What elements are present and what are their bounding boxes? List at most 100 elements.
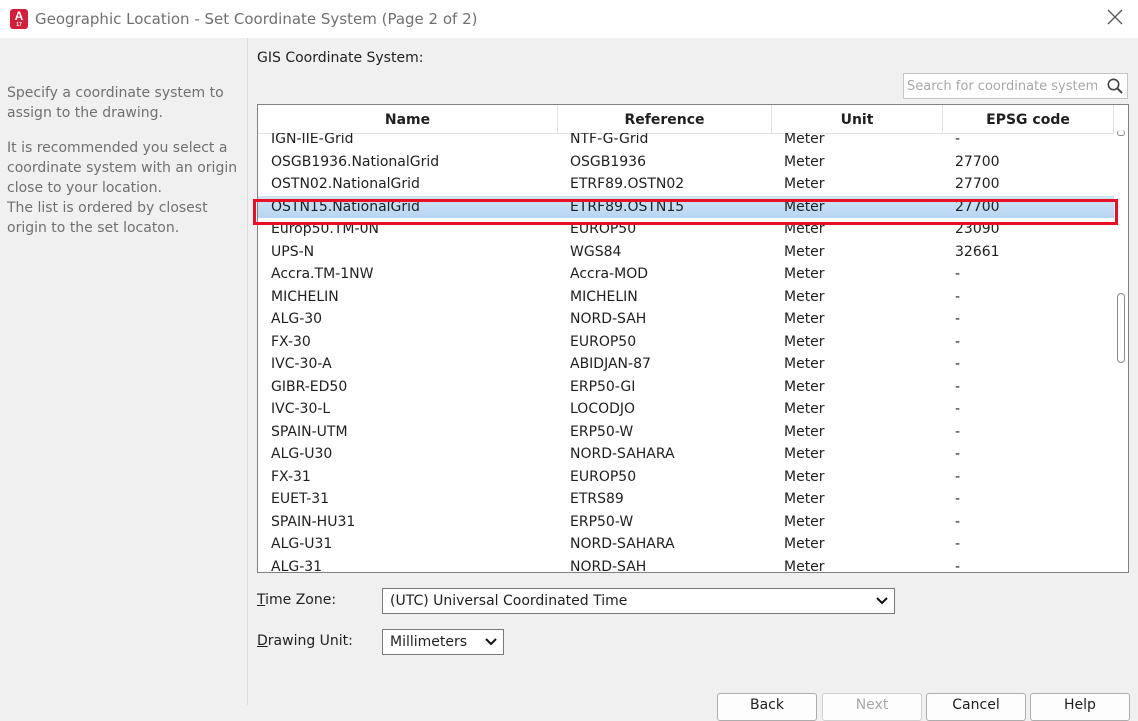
cell-reference: NORD-SAH <box>570 311 647 327</box>
autocad-app-icon: A 17 <box>10 9 28 29</box>
cell-epsg-code: - <box>955 378 961 395</box>
table-row[interactable]: ALG-U31 NORD-SAHARA Meter - <box>258 533 1114 556</box>
cell-name: OSTN02.NationalGrid <box>271 176 420 192</box>
cell-unit: Meter <box>784 333 825 350</box>
cell-epsg-code: - <box>955 401 961 417</box>
drawing-unit-select[interactable]: Millimeters <box>382 629 504 655</box>
cell-reference: ERP50-W <box>570 513 634 530</box>
cell-unit: Meter <box>784 311 825 327</box>
table-row[interactable]: IVC-30-L LOCODJO Meter - <box>258 398 1114 421</box>
column-header-epsg-code[interactable]: EPSG code <box>943 105 1114 133</box>
cell-unit: Meter <box>784 423 825 440</box>
table-row[interactable]: UPS-N WGS84 Meter 32661 <box>258 241 1114 264</box>
next-button[interactable]: Next <box>822 693 922 721</box>
cell-reference: ETRF89.OSTN02 <box>570 176 685 192</box>
back-button[interactable]: Back <box>717 693 817 721</box>
table-row[interactable]: IGN-IIE-Grid NTF-G-Grid Meter - <box>258 133 1114 151</box>
table-row[interactable]: OSGB1936.NationalGrid OSGB1936 Meter 27700 <box>258 151 1114 174</box>
scroll-track-top <box>1117 130 1125 136</box>
cell-name: OSGB1936.NationalGrid <box>271 153 440 170</box>
search-box[interactable] <box>903 73 1128 99</box>
cell-name: UPS-N <box>271 243 315 260</box>
cancel-button[interactable]: Cancel <box>926 693 1026 721</box>
chevron-down-icon <box>876 597 888 605</box>
help-button[interactable]: Help <box>1030 693 1130 721</box>
cell-reference: EUROP50 <box>570 468 637 485</box>
cell-reference: ETRF89.OSTN15 <box>570 198 685 215</box>
gis-coordinate-system-label: GIS Coordinate System: <box>257 50 424 66</box>
cell-unit: Meter <box>784 153 825 170</box>
cell-epsg-code: - <box>955 536 961 552</box>
window-title: Geographic Location - Set Coordinate Sys… <box>35 10 478 28</box>
close-icon[interactable] <box>1106 8 1124 26</box>
cell-epsg-code: - <box>955 288 961 305</box>
table-row[interactable]: EUET-31 ETRS89 Meter - <box>258 488 1114 511</box>
cell-name: IGN-IIE-Grid <box>271 133 354 147</box>
cell-epsg-code: - <box>955 491 961 507</box>
table-row[interactable]: FX-30 EUROP50 Meter - <box>258 331 1114 354</box>
search-icon[interactable] <box>1106 77 1124 95</box>
cell-unit: Meter <box>784 491 825 507</box>
cell-reference: NORD-SAH <box>570 558 647 573</box>
table-row[interactable]: IVC-30-A ABIDJAN-87 Meter - <box>258 353 1114 376</box>
cell-unit: Meter <box>784 356 825 372</box>
cell-unit: Meter <box>784 378 825 395</box>
cell-name: ALG-30 <box>271 311 323 327</box>
table-row[interactable]: FX-31 EUROP50 Meter - <box>258 466 1114 489</box>
table-row[interactable]: OSTN02.NationalGrid ETRF89.OSTN02 Meter 277… <box>258 173 1114 196</box>
cell-unit: Meter <box>784 558 825 573</box>
cell-name: GIBR-ED50 <box>271 378 348 395</box>
search-input[interactable] <box>907 77 1097 95</box>
table-row[interactable]: SPAIN-UTM ERP50-W Meter - <box>258 421 1114 444</box>
column-header-name[interactable]: Name <box>258 105 558 133</box>
cell-epsg-code: 23090 <box>955 221 1000 237</box>
scrollbar-thumb[interactable] <box>1117 293 1125 363</box>
title-bar: A 17 Geographic Location - Set Coordinat… <box>0 0 1138 38</box>
vertical-scrollbar[interactable] <box>1114 130 1128 572</box>
cell-name: SPAIN-UTM <box>271 423 348 440</box>
table-row[interactable]: SPAIN-HU31 ERP50-W Meter - <box>258 511 1114 534</box>
help-panel: Specify a coordinate system to assign to… <box>0 38 248 705</box>
cell-reference: MICHELIN <box>570 288 638 305</box>
time-zone-select[interactable]: (UTC) Universal Coordinated Time <box>382 588 895 614</box>
table-row[interactable]: ALG-U30 NORD-SAHARA Meter - <box>258 443 1114 466</box>
cell-epsg-code: - <box>955 513 961 530</box>
cell-name: MICHELIN <box>271 288 339 305</box>
cell-reference: ERP50-GI <box>570 378 636 395</box>
coordinate-system-list[interactable]: Name Reference Unit EPSG code IGN-IIE-Gr… <box>257 104 1129 573</box>
cell-reference: OSGB1936 <box>570 153 646 170</box>
cell-name: Europ50.TM-0N <box>271 221 379 237</box>
cell-epsg-code: - <box>955 133 961 147</box>
cell-epsg-code: - <box>955 311 961 327</box>
cell-unit: Meter <box>784 288 825 305</box>
cell-epsg-code: - <box>955 446 961 462</box>
table-row[interactable]: OSTN15.NationalGrid ETRF89.OSTN15 Meter 277… <box>258 195 1114 218</box>
cell-unit: Meter <box>784 266 825 282</box>
cell-name: SPAIN-HU31 <box>271 513 356 530</box>
help-text-3: The list is ordered by closest origin to… <box>7 200 208 236</box>
table-row[interactable]: ALG-31 NORD-SAH Meter - <box>258 556 1114 573</box>
chevron-down-icon <box>485 638 497 646</box>
cell-unit: Meter <box>784 468 825 485</box>
cell-unit: Meter <box>784 221 825 237</box>
cell-reference: NORD-SAHARA <box>570 536 675 552</box>
cell-reference: NTF-G-Grid <box>570 133 649 147</box>
cell-reference: ETRS89 <box>570 491 624 507</box>
cell-epsg-code: - <box>955 468 961 485</box>
cell-unit: Meter <box>784 446 825 462</box>
table-row[interactable]: Europ50.TM-0N EUROP50 Meter 23090 <box>258 218 1114 241</box>
table-row[interactable]: Accra.TM-1NW Accra-MOD Meter - <box>258 263 1114 286</box>
cell-epsg-code: 27700 <box>955 198 1000 215</box>
drawing-unit-label: Drawing Unit: <box>257 633 353 649</box>
table-row[interactable]: MICHELIN MICHELIN Meter - <box>258 286 1114 309</box>
cell-name: ALG-U30 <box>271 446 333 462</box>
column-header-unit[interactable]: Unit <box>772 105 943 133</box>
table-row[interactable]: ALG-30 NORD-SAH Meter - <box>258 308 1114 331</box>
cell-epsg-code: - <box>955 423 961 440</box>
cell-reference: Accra-MOD <box>570 266 648 282</box>
column-header-reference[interactable]: Reference <box>558 105 772 133</box>
cell-reference: LOCODJO <box>570 401 636 417</box>
cell-reference: NORD-SAHARA <box>570 446 675 462</box>
table-row[interactable]: GIBR-ED50 ERP50-GI Meter - <box>258 376 1114 399</box>
cell-name: IVC-30-L <box>271 401 331 417</box>
